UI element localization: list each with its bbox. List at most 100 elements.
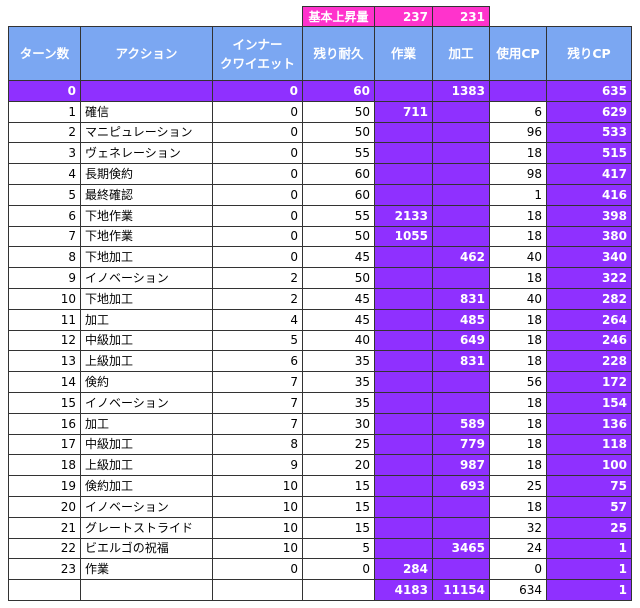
total-turn[interactable] bbox=[8, 579, 81, 601]
cell-progress[interactable]: 1055 bbox=[374, 225, 433, 248]
cell-action[interactable] bbox=[80, 80, 213, 102]
cell-inner-quiet[interactable]: 0 bbox=[212, 225, 303, 248]
cell-cp-used[interactable]: 18 bbox=[489, 495, 547, 518]
cell-action[interactable]: 下地作業 bbox=[80, 204, 213, 227]
cell-quality[interactable]: 485 bbox=[432, 308, 490, 331]
cell-durability[interactable]: 15 bbox=[302, 475, 375, 497]
header-turn[interactable]: ターン数 bbox=[8, 26, 81, 81]
cell-progress[interactable] bbox=[374, 142, 433, 165]
cell-cp-used[interactable] bbox=[489, 80, 547, 102]
cell-cp-used[interactable]: 18 bbox=[489, 204, 547, 227]
cell-progress[interactable] bbox=[374, 537, 433, 560]
cell-cp-left[interactable]: 100 bbox=[546, 454, 632, 477]
cell-cp-left[interactable]: 635 bbox=[546, 80, 632, 102]
cell-cp-used[interactable]: 32 bbox=[489, 516, 547, 539]
cell-quality[interactable] bbox=[432, 163, 490, 185]
cell-inner-quiet[interactable]: 7 bbox=[212, 412, 303, 435]
cell-progress[interactable] bbox=[374, 121, 433, 144]
cell-durability[interactable]: 35 bbox=[302, 350, 375, 373]
cell-cp-left[interactable]: 533 bbox=[546, 121, 632, 144]
cell-inner-quiet[interactable]: 0 bbox=[212, 246, 303, 269]
cell-action[interactable]: 中級加工 bbox=[80, 433, 213, 456]
cell-durability[interactable]: 35 bbox=[302, 391, 375, 414]
cell-turn[interactable]: 22 bbox=[8, 537, 81, 560]
cell-turn[interactable]: 20 bbox=[8, 495, 81, 518]
base-craft-value[interactable]: 237 bbox=[374, 6, 433, 27]
cell-progress[interactable] bbox=[374, 267, 433, 289]
cell-turn[interactable]: 7 bbox=[8, 225, 81, 248]
cell-durability[interactable]: 45 bbox=[302, 308, 375, 331]
cell-turn[interactable]: 10 bbox=[8, 287, 81, 310]
cell-durability[interactable]: 20 bbox=[302, 454, 375, 477]
cell-action[interactable]: 最終確認 bbox=[80, 183, 213, 206]
cell-cp-used[interactable]: 96 bbox=[489, 121, 547, 144]
cell-cp-left[interactable]: 322 bbox=[546, 267, 632, 289]
cell-inner-quiet[interactable]: 7 bbox=[212, 371, 303, 393]
cell-progress[interactable] bbox=[374, 308, 433, 331]
cell-progress[interactable]: 711 bbox=[374, 100, 433, 123]
cell-durability[interactable]: 25 bbox=[302, 433, 375, 456]
cell-cp-used[interactable]: 18 bbox=[489, 308, 547, 331]
total-progress[interactable]: 4183 bbox=[374, 579, 433, 601]
base-increase-label[interactable]: 基本上昇量 bbox=[302, 6, 375, 27]
cell-inner-quiet[interactable]: 0 bbox=[212, 163, 303, 185]
cell-inner-quiet[interactable]: 6 bbox=[212, 350, 303, 373]
cell-cp-left[interactable]: 57 bbox=[546, 495, 632, 518]
cell-progress[interactable] bbox=[374, 246, 433, 269]
total-cp-left[interactable]: 1 bbox=[546, 579, 632, 601]
cell-quality[interactable] bbox=[432, 121, 490, 144]
cell-cp-left[interactable]: 118 bbox=[546, 433, 632, 456]
cell-cp-left[interactable]: 25 bbox=[546, 516, 632, 539]
cell-inner-quiet[interactable]: 0 bbox=[212, 142, 303, 165]
cell-inner-quiet[interactable]: 4 bbox=[212, 308, 303, 331]
cell-cp-used[interactable]: 40 bbox=[489, 287, 547, 310]
header-progress[interactable]: 作業 bbox=[374, 26, 433, 81]
cell-inner-quiet[interactable]: 10 bbox=[212, 516, 303, 539]
cell-cp-used[interactable]: 18 bbox=[489, 329, 547, 352]
header-action[interactable]: アクション bbox=[80, 26, 213, 81]
cell-cp-left[interactable]: 380 bbox=[546, 225, 632, 248]
cell-quality[interactable]: 779 bbox=[432, 433, 490, 456]
cell-turn[interactable]: 1 bbox=[8, 100, 81, 123]
cell-durability[interactable]: 50 bbox=[302, 267, 375, 289]
cell-turn[interactable]: 17 bbox=[8, 433, 81, 456]
cell-cp-used[interactable]: 18 bbox=[489, 391, 547, 414]
cell-durability[interactable]: 30 bbox=[302, 412, 375, 435]
cell-turn[interactable]: 2 bbox=[8, 121, 81, 144]
cell-inner-quiet[interactable]: 0 bbox=[212, 183, 303, 206]
cell-durability[interactable]: 60 bbox=[302, 80, 375, 102]
cell-cp-left[interactable]: 515 bbox=[546, 142, 632, 165]
cell-inner-quiet[interactable]: 9 bbox=[212, 454, 303, 477]
cell-cp-left[interactable]: 282 bbox=[546, 287, 632, 310]
cell-cp-left[interactable]: 416 bbox=[546, 183, 632, 206]
cell-action[interactable]: 倹約加工 bbox=[80, 475, 213, 497]
cell-cp-left[interactable]: 264 bbox=[546, 308, 632, 331]
cell-turn[interactable]: 5 bbox=[8, 183, 81, 206]
cell-cp-left[interactable]: 228 bbox=[546, 350, 632, 373]
header-cp-left[interactable]: 残りCP bbox=[546, 26, 632, 81]
header-cp-used[interactable]: 使用CP bbox=[489, 26, 547, 81]
cell-turn[interactable]: 6 bbox=[8, 204, 81, 227]
cell-turn[interactable]: 23 bbox=[8, 558, 81, 581]
cell-inner-quiet[interactable]: 8 bbox=[212, 433, 303, 456]
total-inner-quiet[interactable] bbox=[212, 579, 303, 601]
cell-action[interactable]: 下地加工 bbox=[80, 246, 213, 269]
cell-inner-quiet[interactable]: 10 bbox=[212, 475, 303, 497]
cell-durability[interactable]: 15 bbox=[302, 495, 375, 518]
cell-action[interactable]: 確信 bbox=[80, 100, 213, 123]
cell-cp-left[interactable]: 629 bbox=[546, 100, 632, 123]
cell-action[interactable]: ビエルゴの祝福 bbox=[80, 537, 213, 560]
cell-inner-quiet[interactable]: 0 bbox=[212, 80, 303, 102]
cell-durability[interactable]: 50 bbox=[302, 100, 375, 123]
cell-cp-used[interactable]: 18 bbox=[489, 142, 547, 165]
total-durability[interactable] bbox=[302, 579, 375, 601]
cell-quality[interactable]: 462 bbox=[432, 246, 490, 269]
cell-inner-quiet[interactable]: 0 bbox=[212, 121, 303, 144]
cell-progress[interactable] bbox=[374, 454, 433, 477]
cell-quality[interactable] bbox=[432, 204, 490, 227]
header-inner-quiet[interactable]: インナー クワイエット bbox=[212, 26, 303, 81]
cell-quality[interactable] bbox=[432, 142, 490, 165]
cell-action[interactable]: 上級加工 bbox=[80, 454, 213, 477]
cell-progress[interactable] bbox=[374, 371, 433, 393]
cell-progress[interactable] bbox=[374, 163, 433, 185]
